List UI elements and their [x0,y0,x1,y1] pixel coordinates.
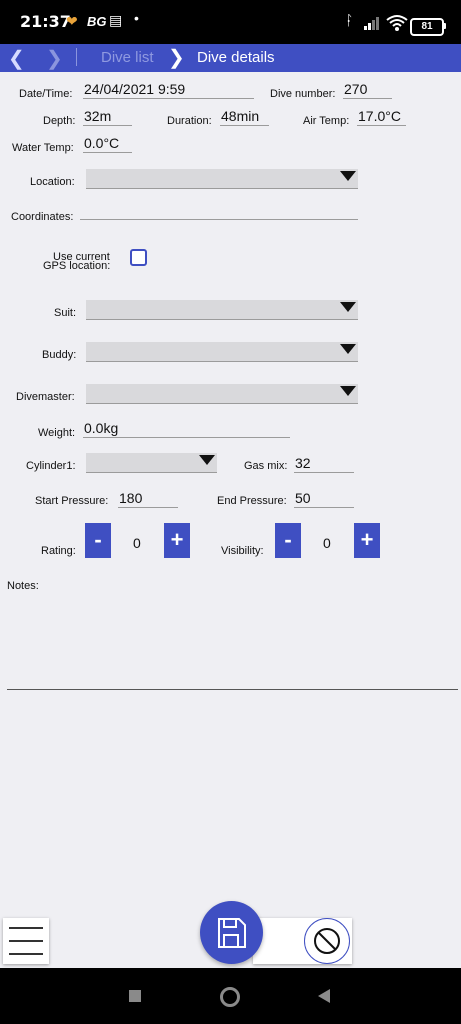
status-bar: 21:37 ❤ BG ▤ • ᛛ 81 [0,0,461,44]
battery-icon: 81 [410,18,444,36]
visibility-value: 0 [323,535,331,551]
coordinates-label: Coordinates: [11,211,74,223]
battery-level: 81 [421,21,433,32]
notes-textarea[interactable] [7,596,458,688]
menu-button[interactable] [3,918,49,964]
visibility-decrement-button[interactable]: - [275,523,301,558]
hamburger-icon-bar [9,953,43,955]
water-temp-label: Water Temp: [12,142,74,154]
visibility-increment-button[interactable]: + [354,523,380,558]
start-pressure-label: Start Pressure: [35,495,109,507]
weight-field[interactable]: 0.0kg [83,420,290,438]
status-time: 21:37 [20,12,71,31]
dive-number-label: Dive number: [270,88,336,100]
start-pressure-field[interactable]: 180 [118,490,178,508]
gps-label-line2: GPS location: [43,260,111,272]
breadcrumb-dive-details: Dive details [197,49,275,66]
save-button[interactable] [200,901,263,964]
system-nav-bar [0,968,461,1024]
back-triangle-icon[interactable] [316,988,332,1004]
gas-mix-label: Gas mix: [244,460,288,472]
location-select[interactable] [86,169,358,189]
status-badge: BG [87,14,107,29]
cylinder-select[interactable] [86,453,217,473]
save-icon [218,918,246,948]
forward-arrow-icon[interactable]: ❯ [46,46,63,71]
suit-select[interactable] [86,300,358,320]
dropdown-arrow-icon [340,344,356,354]
buddy-label: Buddy: [42,349,77,361]
hamburger-icon [9,927,43,929]
datetime-field[interactable]: 24/04/2021 9:59 [83,81,254,99]
dropdown-arrow-icon [199,455,215,465]
air-temp-label: Air Temp: [303,115,350,127]
cylinder-label: Cylinder1: [26,460,76,472]
nav-bar: ❮ ❯ Dive list ❯ Dive details [0,44,461,72]
visibility-label: Visibility: [221,545,264,557]
gas-mix-field[interactable]: 32 [294,455,354,473]
notes-label: Notes: [7,580,39,592]
dropdown-arrow-icon [340,386,356,396]
duration-label: Duration: [167,115,212,127]
notification-dot-icon: • [134,10,139,26]
rating-value: 0 [133,535,141,551]
hamburger-icon-bar [9,940,43,942]
use-gps-checkbox[interactable] [130,249,147,266]
wifi-icon [386,15,408,31]
air-temp-field[interactable]: 17.0°C [357,108,406,126]
end-pressure-field[interactable]: 50 [294,490,354,508]
suit-label: Suit: [54,307,77,319]
end-pressure-label: End Pressure: [217,495,287,507]
depth-field[interactable]: 32m [83,108,132,126]
dive-number-field[interactable]: 270 [343,81,392,99]
rating-increment-button[interactable]: + [164,523,190,558]
signal-icon [364,17,379,30]
location-label: Location: [30,176,75,188]
coordinates-field[interactable] [80,219,358,220]
dropdown-arrow-icon [340,171,356,181]
datetime-label: Date/Time: [19,88,73,100]
breadcrumb-dive-list[interactable]: Dive list [101,49,154,66]
duration-field[interactable]: 48min [220,108,269,126]
weight-label: Weight: [38,427,76,439]
back-arrow-icon[interactable]: ❮ [8,46,25,71]
water-temp-field[interactable]: 0.0°C [83,135,132,153]
cancel-icon [314,928,340,954]
rating-label: Rating: [41,545,76,557]
divemaster-select[interactable] [86,384,358,404]
recent-apps-icon[interactable] [129,990,141,1002]
dropdown-arrow-icon [340,302,356,312]
bluetooth-icon: ᛛ [345,12,354,28]
battery-tip [443,23,446,29]
home-icon[interactable] [220,987,240,1007]
notes-underline [7,689,458,690]
heart-rate-icon: ❤ [66,13,78,29]
chevron-right-icon: ❯ [168,47,185,69]
divemaster-label: Divemaster: [16,391,75,403]
nav-separator [76,48,77,66]
cancel-button[interactable] [304,918,350,964]
calendar-icon: ▤ [109,12,123,28]
rating-decrement-button[interactable]: - [85,523,111,558]
depth-label: Depth: [43,115,76,127]
buddy-select[interactable] [86,342,358,362]
